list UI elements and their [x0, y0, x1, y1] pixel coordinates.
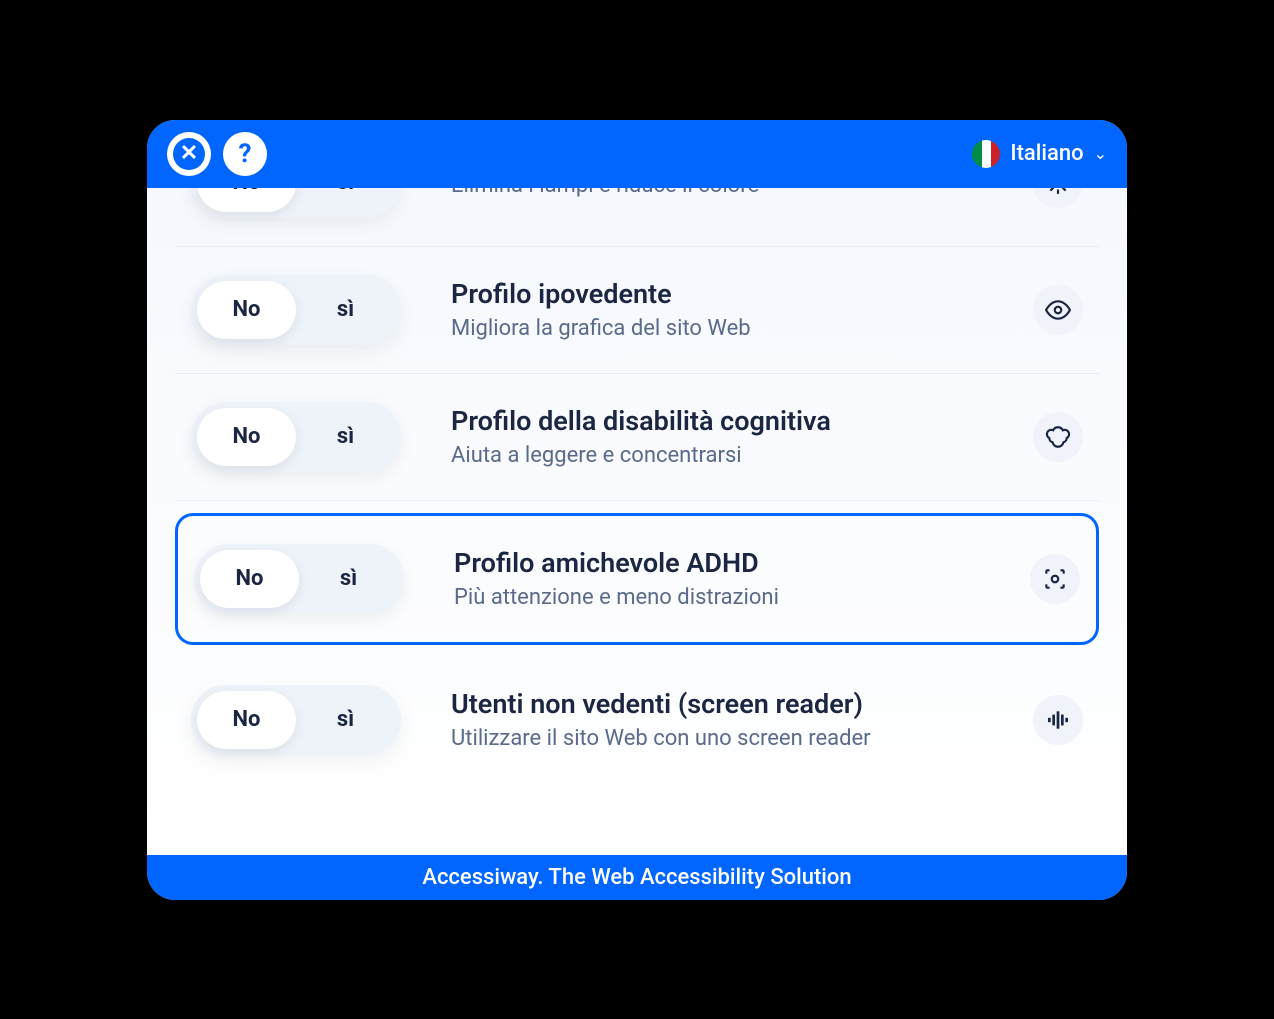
help-icon: ? [239, 139, 252, 169]
chevron-down-icon: ⌄ [1094, 144, 1107, 163]
toggle-yes: sì [299, 550, 398, 608]
widget-header: ✕ ? Italiano ⌄ [147, 120, 1127, 188]
toggle-yes: sì [296, 281, 395, 339]
toggle-yes: sì [296, 691, 395, 749]
sparkle-icon [1033, 188, 1083, 208]
toggle-no: No [200, 550, 299, 608]
close-icon: ✕ [173, 138, 205, 170]
close-button[interactable]: ✕ [167, 132, 211, 176]
profile-text: Utenti non vedenti (screen reader) Utili… [451, 688, 983, 751]
flag-icon [972, 140, 1000, 168]
profiles-list: No sì Elimina i lampi e riduce il colore… [147, 188, 1127, 855]
toggle-seizure[interactable]: No sì [191, 188, 401, 218]
toggle-no: No [197, 281, 296, 339]
profile-title: Profilo amichevole ADHD [454, 547, 980, 579]
language-selector[interactable]: Italiano ⌄ [972, 140, 1107, 168]
audio-icon [1033, 695, 1083, 745]
language-label: Italiano [1010, 141, 1083, 166]
profile-row-cognitive: No sì Profilo della disabilità cognitiva… [175, 374, 1099, 501]
profile-desc: Migliora la grafica del sito Web [451, 316, 983, 341]
eye-icon [1033, 285, 1083, 335]
profile-title: Profilo della disabilità cognitiva [451, 405, 983, 437]
toggle-adhd[interactable]: No sì [194, 544, 404, 614]
toggle-no: No [197, 691, 296, 749]
profile-desc: Utilizzare il sito Web con uno screen re… [451, 726, 983, 751]
profile-text: Profilo amichevole ADHD Più attenzione e… [454, 547, 980, 610]
accessibility-widget: ✕ ? Italiano ⌄ No sì Elimina i lampi [147, 120, 1127, 900]
profile-desc: Più attenzione e meno distrazioni [454, 585, 980, 610]
profile-text: Profilo della disabilità cognitiva Aiuta… [451, 405, 983, 468]
profile-row-vision: No sì Profilo ipovedente Migliora la gra… [175, 247, 1099, 374]
profile-desc: Elimina i lampi e riduce il colore [451, 188, 983, 199]
toggle-vision[interactable]: No sì [191, 275, 401, 345]
toggle-cognitive[interactable]: No sì [191, 402, 401, 472]
toggle-blind[interactable]: No sì [191, 685, 401, 755]
header-left: ✕ ? [167, 132, 267, 176]
profile-title: Profilo ipovedente [451, 278, 983, 310]
toggle-yes: sì [296, 188, 395, 212]
profile-row-adhd: No sì Profilo amichevole ADHD Più attenz… [175, 513, 1099, 645]
profile-title: Utenti non vedenti (screen reader) [451, 688, 983, 720]
profile-desc: Aiuta a leggere e concentrarsi [451, 443, 983, 468]
focus-icon [1030, 554, 1080, 604]
help-button[interactable]: ? [223, 132, 267, 176]
profile-row-seizure: No sì Elimina i lampi e riduce il colore [175, 188, 1099, 247]
cloud-icon [1033, 412, 1083, 462]
toggle-yes: sì [296, 408, 395, 466]
toggle-no: No [197, 188, 296, 212]
profile-text: Profilo ipovedente Migliora la grafica d… [451, 278, 983, 341]
toggle-no: No [197, 408, 296, 466]
profile-row-blind: No sì Utenti non vedenti (screen reader)… [175, 657, 1099, 783]
profile-text: Elimina i lampi e riduce il colore [451, 188, 983, 199]
widget-footer: Accessiway. The Web Accessibility Soluti… [147, 855, 1127, 900]
